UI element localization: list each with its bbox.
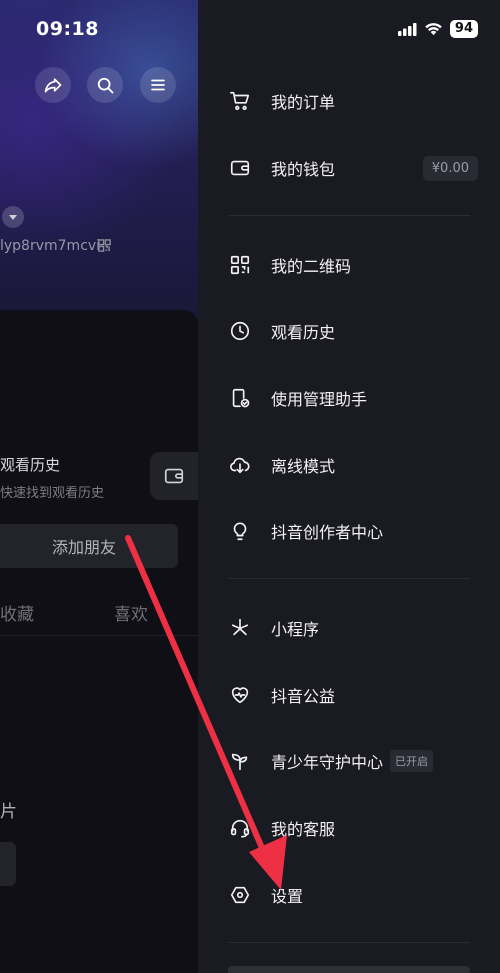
menu-item-mini-programs[interactable]: 小程序 <box>228 608 478 648</box>
hamburger-menu-icon <box>151 79 165 91</box>
photo-section-label: 片 <box>0 802 17 822</box>
menu-divider <box>228 578 470 579</box>
menu-item-my-orders[interactable]: 我的订单 <box>228 81 478 121</box>
wallet-balance: ¥0.00 <box>422 155 478 181</box>
qr-code-icon <box>228 253 252 277</box>
side-drawer-menu: 94 我的订单 我的钱包 ¥0.00 我的二维码 观看历史 使用管理助手 离线模… <box>198 0 500 973</box>
photo-action-button[interactable] <box>0 842 16 886</box>
lightbulb-icon <box>228 519 252 543</box>
menu-item-watch-history[interactable]: 观看历史 <box>228 311 478 351</box>
menu-item-label: 离线模式 <box>271 457 336 476</box>
status-time: 09:18 <box>36 18 99 40</box>
tabs-divider <box>0 635 198 636</box>
share-button[interactable] <box>35 67 71 103</box>
menu-item-label: 观看历史 <box>271 323 336 342</box>
account-switch-button[interactable] <box>2 206 24 228</box>
hexagon-settings-icon <box>228 883 252 907</box>
menu-item-label: 我的钱包 <box>271 160 336 179</box>
menu-item-label: 我的客服 <box>271 820 336 839</box>
asterisk-icon <box>228 616 252 640</box>
menu-item-settings[interactable]: 设置 <box>228 875 478 915</box>
add-friend-button[interactable]: 添加朋友 <box>0 524 178 568</box>
menu-item-label: 设置 <box>271 887 304 906</box>
menu-item-creator-center[interactable]: 抖音创作者中心 <box>228 511 478 551</box>
signal-icon <box>397 22 417 36</box>
menu-divider <box>228 215 470 216</box>
heart-pulse-icon <box>228 683 252 707</box>
headset-icon <box>228 816 252 840</box>
profile-content-card <box>0 310 198 973</box>
menu-button[interactable] <box>140 67 176 103</box>
cart-icon <box>228 89 252 113</box>
tab-likes[interactable]: 喜欢 <box>114 600 148 625</box>
menu-item-my-wallet[interactable]: 我的钱包 ¥0.00 <box>228 148 478 188</box>
cloud-download-icon <box>228 453 252 477</box>
menu-item-label: 青少年守护中心 <box>271 753 384 772</box>
phone-check-icon <box>228 386 252 410</box>
battery-level: 94 <box>449 20 478 38</box>
wifi-icon <box>425 23 442 36</box>
profile-header-background <box>0 0 198 320</box>
bottom-bar <box>228 966 470 973</box>
menu-item-charity[interactable]: 抖音公益 <box>228 675 478 715</box>
status-badge: 已开启 <box>390 750 434 772</box>
wallet-icon <box>164 468 184 484</box>
search-icon <box>97 77 114 94</box>
user-id: lyp8rvm7mcvi <box>0 238 101 254</box>
wallet-shortcut[interactable] <box>150 452 198 500</box>
menu-item-label: 抖音创作者中心 <box>271 523 384 542</box>
menu-item-youth-protection[interactable]: 青少年守护中心 已开启 <box>228 741 478 781</box>
history-shortcut-subtitle: 快速找到观看历史 <box>0 486 105 501</box>
tab-favorites[interactable]: 收藏 <box>0 600 34 625</box>
menu-item-offline-mode[interactable]: 离线模式 <box>228 445 478 485</box>
status-indicators: 94 <box>397 20 478 38</box>
sprout-icon <box>228 749 252 773</box>
qr-code-small-icon[interactable] <box>98 239 111 252</box>
menu-item-label: 抖音公益 <box>271 687 336 706</box>
profile-page-background: 09:18 lyp8rvm7mcvi 观看历史 快速找到观看历史 添加朋友 收藏… <box>0 0 198 973</box>
history-shortcut-title: 观看历史 <box>0 456 61 474</box>
share-icon <box>44 78 62 93</box>
menu-item-label: 我的订单 <box>271 93 336 112</box>
wallet-icon <box>228 156 252 180</box>
clock-icon <box>228 319 252 343</box>
menu-divider <box>228 942 470 943</box>
menu-item-my-qr-code[interactable]: 我的二维码 <box>228 245 478 285</box>
menu-item-usage-assistant[interactable]: 使用管理助手 <box>228 378 478 418</box>
search-button[interactable] <box>87 67 123 103</box>
menu-item-label: 使用管理助手 <box>271 390 368 409</box>
menu-item-customer-service[interactable]: 我的客服 <box>228 808 478 848</box>
menu-item-label: 小程序 <box>271 620 320 639</box>
menu-item-label: 我的二维码 <box>271 257 352 276</box>
chevron-down-icon <box>9 215 17 220</box>
